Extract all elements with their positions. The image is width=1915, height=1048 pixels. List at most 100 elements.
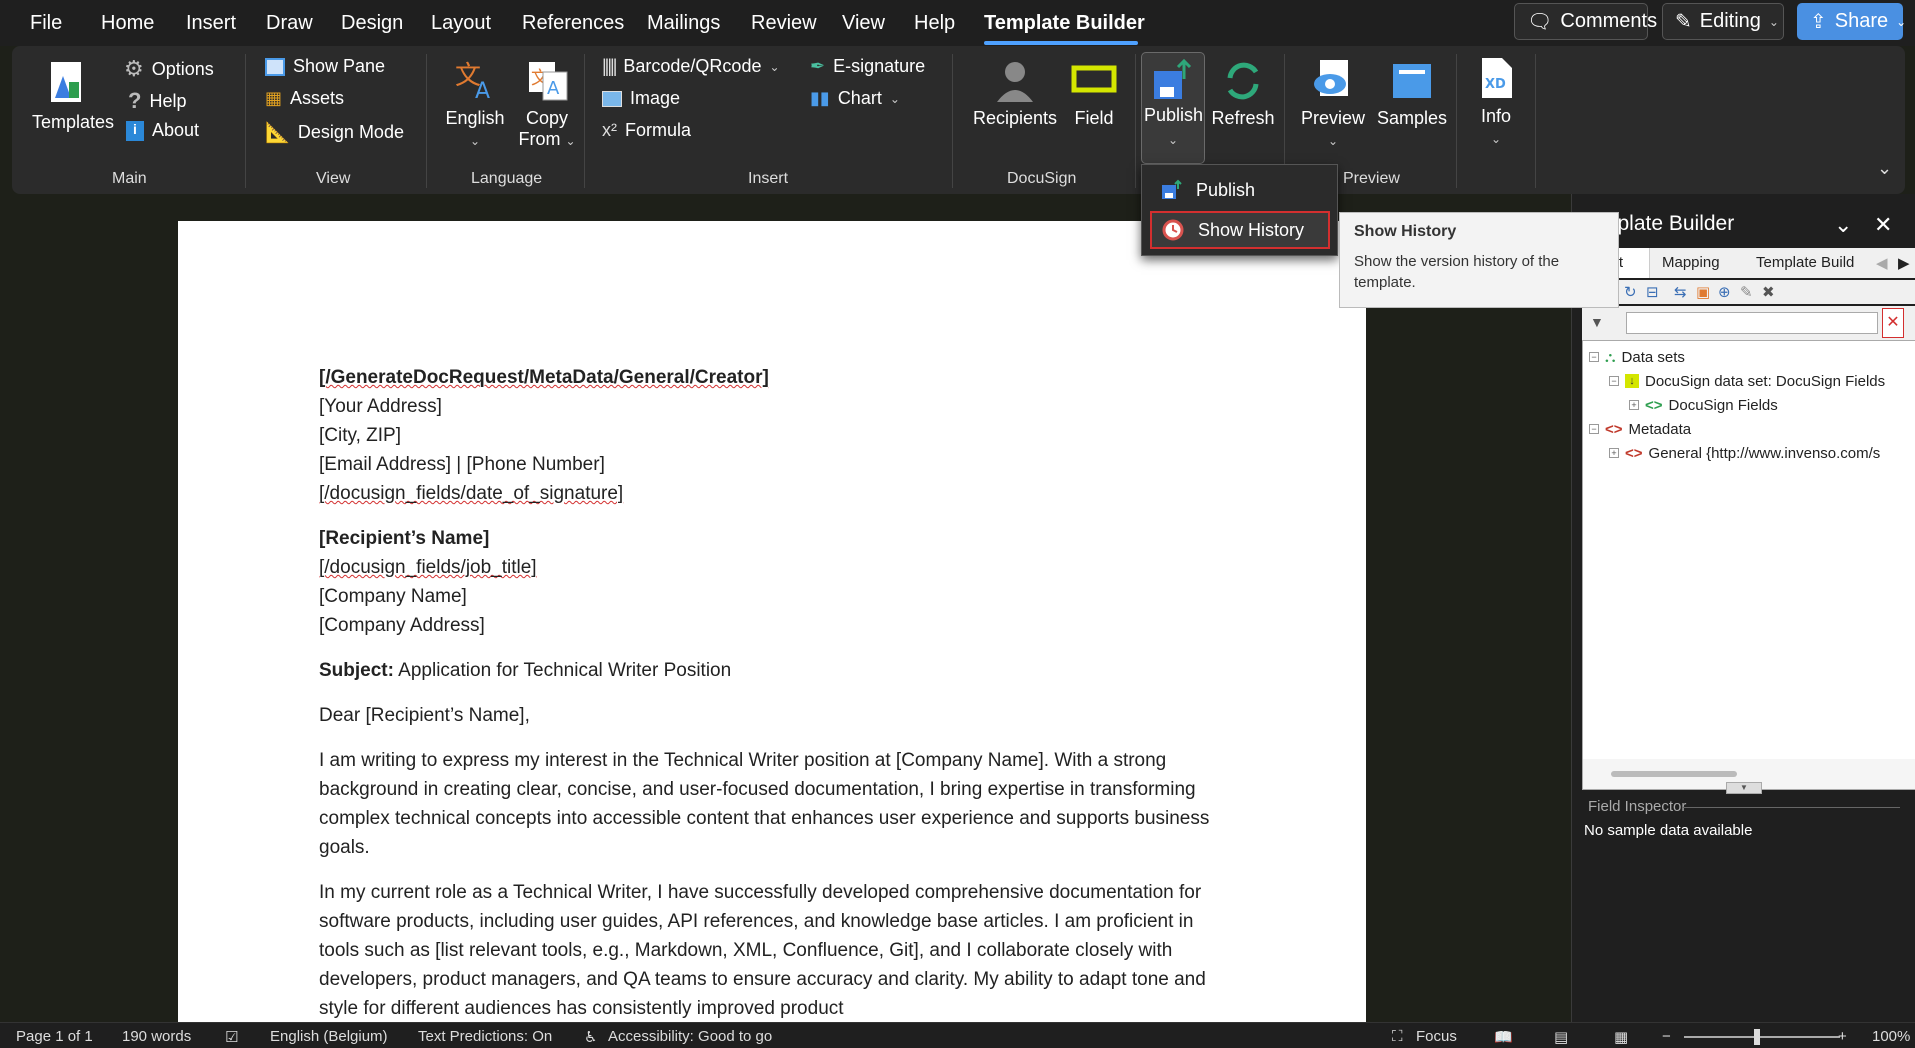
add-set-icon[interactable]: ⊕ xyxy=(1718,283,1731,301)
document-content[interactable]: [/GenerateDocRequest/MetaData/General/Cr… xyxy=(319,363,1219,1039)
tab-template-builder[interactable]: Template Builder xyxy=(984,12,1145,35)
zoom-in-icon[interactable]: + xyxy=(1838,1028,1847,1045)
tab-template-build[interactable]: Template Build xyxy=(1756,254,1854,271)
chart-button[interactable]: ▮▮ Chart ⌄ xyxy=(810,88,900,109)
tab-design[interactable]: Design xyxy=(341,12,403,35)
zoom-slider-thumb[interactable] xyxy=(1754,1029,1760,1045)
filter-input[interactable] xyxy=(1626,312,1878,334)
proofing-icon[interactable]: ☑ xyxy=(225,1028,238,1046)
tab-mailings[interactable]: Mailings xyxy=(647,12,720,35)
scrollbar-thumb[interactable] xyxy=(1611,771,1737,777)
comments-button[interactable]: 🗨 Comments xyxy=(1514,3,1657,40)
ribbon: Templates ⚙ Options ? Help i About Main Sho… xyxy=(12,46,1905,194)
share-button[interactable]: ⇪ Share ⌄ xyxy=(1797,3,1906,40)
barcode-button[interactable]: ||||| Barcode/QRcode ⌄ xyxy=(602,56,780,77)
english-label: English xyxy=(445,108,505,128)
tab-help[interactable]: Help xyxy=(914,12,955,35)
options-button[interactable]: ⚙ Options xyxy=(124,56,214,82)
tab-review[interactable]: Review xyxy=(751,12,817,35)
templates-button[interactable]: Templates xyxy=(32,58,114,133)
design-mode-label: Design Mode xyxy=(297,122,404,142)
preview-label: Preview xyxy=(1300,108,1366,128)
tree-item[interactable]: + <> DocuSign Fields xyxy=(1629,395,1778,415)
template-builder-pane: mplate Builder ⌄ ✕ a Set Mapping Templat… xyxy=(1571,194,1915,1022)
info-label: Info xyxy=(1480,106,1512,126)
refresh-button[interactable]: Refresh xyxy=(1210,58,1276,129)
print-layout-icon[interactable]: ▤ xyxy=(1554,1028,1568,1046)
clear-filter-icon[interactable]: ✕ xyxy=(1882,308,1904,338)
field-button[interactable]: Field xyxy=(1062,58,1126,129)
tab-home[interactable]: Home xyxy=(101,12,154,35)
refresh-icon[interactable]: ↻ xyxy=(1624,283,1637,301)
group-label-preview: Preview xyxy=(1343,170,1400,187)
collapse-toggle-icon[interactable]: − xyxy=(1589,424,1599,434)
web-layout-icon[interactable]: ▦ xyxy=(1614,1028,1628,1046)
tree-item[interactable]: − <> Metadata xyxy=(1589,419,1691,439)
english-button[interactable]: 文A English ⌄ xyxy=(440,58,510,150)
read-mode-icon[interactable]: 📖 xyxy=(1494,1028,1513,1046)
expand-toggle-icon[interactable]: + xyxy=(1609,448,1619,458)
accessibility-status[interactable]: Accessibility: Good to go xyxy=(608,1028,772,1045)
collapse-icon[interactable]: ⊟ xyxy=(1646,283,1659,301)
tab-references[interactable]: References xyxy=(522,12,624,35)
tab-view[interactable]: View xyxy=(842,12,885,35)
delete-icon[interactable]: ✖ xyxy=(1762,283,1775,301)
ribbon-collapse-icon[interactable]: ⌄ xyxy=(1877,158,1892,179)
focus-icon: ⛶ xyxy=(1392,1028,1403,1045)
editing-button[interactable]: ✎ Editing ⌄ xyxy=(1662,3,1784,40)
text-predictions-status[interactable]: Text Predictions: On xyxy=(418,1028,552,1045)
tree-item[interactable]: − ↓ DocuSign data set: DocuSign Fields xyxy=(1609,371,1885,391)
assets-button[interactable]: ▦ Assets xyxy=(265,88,344,109)
image-button[interactable]: Image xyxy=(602,88,680,109)
tree-item[interactable]: + <> General {http://www.invenso.com/s xyxy=(1609,443,1880,463)
tab-file[interactable]: File xyxy=(30,12,62,35)
chevron-down-icon: ⌄ xyxy=(469,134,481,148)
recipient-name: [Recipient’s Name] xyxy=(319,528,490,549)
contact-line: [Email Address] | [Phone Number] xyxy=(319,454,605,475)
subject-line: Subject: Application for Technical Write… xyxy=(319,656,1219,685)
word-count[interactable]: 190 words xyxy=(122,1028,191,1045)
zoom-slider[interactable] xyxy=(1684,1036,1840,1038)
menu-item-publish[interactable]: Publish xyxy=(1150,171,1330,209)
focus-button[interactable]: Focus xyxy=(1416,1028,1457,1045)
page-count[interactable]: Page 1 of 1 xyxy=(16,1028,93,1045)
zoom-level[interactable]: 100% xyxy=(1872,1028,1910,1045)
history-clock-icon xyxy=(1162,219,1184,241)
tab-scroll-left-icon[interactable]: ◀ xyxy=(1876,254,1888,272)
edit-icon[interactable]: ✎ xyxy=(1740,283,1753,301)
copy-from-button[interactable]: 文A Copy From ⌄ xyxy=(514,58,580,150)
expand-toggle-icon[interactable]: + xyxy=(1629,400,1639,410)
tab-layout[interactable]: Layout xyxy=(431,12,491,35)
tab-draw[interactable]: Draw xyxy=(266,12,313,35)
collapse-toggle-icon[interactable]: − xyxy=(1609,376,1619,386)
samples-button[interactable]: Samples xyxy=(1372,58,1452,129)
tab-scroll-right-icon[interactable]: ▶ xyxy=(1898,254,1910,272)
connect-icon[interactable]: ⇆ xyxy=(1674,283,1687,301)
help-button[interactable]: ? Help xyxy=(128,88,186,114)
formula-button[interactable]: x² Formula xyxy=(602,120,691,141)
recipients-button[interactable]: Recipients xyxy=(967,58,1063,129)
chevron-down-icon[interactable]: ⌄ xyxy=(1834,212,1852,238)
tooltip-title: Show History xyxy=(1354,223,1457,240)
about-button[interactable]: i About xyxy=(126,120,199,141)
design-mode-button[interactable]: 📐 Design Mode xyxy=(265,120,404,145)
document-page[interactable]: [/GenerateDocRequest/MetaData/General/Cr… xyxy=(178,221,1366,1022)
recipient-block: [Recipient’s Name] [/docusign_fields/job… xyxy=(319,524,1219,640)
close-icon[interactable]: ✕ xyxy=(1874,212,1892,238)
publish-button[interactable]: Publish ⌄ xyxy=(1141,52,1205,164)
field-inspector-label: Field Inspector xyxy=(1588,798,1687,815)
splitter-handle[interactable]: ▼ xyxy=(1726,782,1762,794)
tree-item[interactable]: − ⛬ Data sets xyxy=(1589,347,1685,367)
zoom-out-icon[interactable]: − xyxy=(1662,1028,1671,1045)
add-field-icon[interactable]: ▣ xyxy=(1696,283,1710,301)
language-status[interactable]: English (Belgium) xyxy=(270,1028,388,1045)
collapse-toggle-icon[interactable]: − xyxy=(1589,352,1599,362)
esignature-button[interactable]: ✒ E-signature xyxy=(810,56,925,77)
info-button[interactable]: XD Info ⌄ xyxy=(1468,56,1524,148)
preview-button[interactable]: Preview ⌄ xyxy=(1298,58,1368,150)
tab-insert[interactable]: Insert xyxy=(186,12,236,35)
tab-mapping[interactable]: Mapping xyxy=(1662,254,1720,271)
show-pane-button[interactable]: Show Pane xyxy=(265,56,385,77)
pane-title: mplate Builder xyxy=(1600,212,1735,235)
menu-item-show-history[interactable]: Show History xyxy=(1150,211,1330,249)
